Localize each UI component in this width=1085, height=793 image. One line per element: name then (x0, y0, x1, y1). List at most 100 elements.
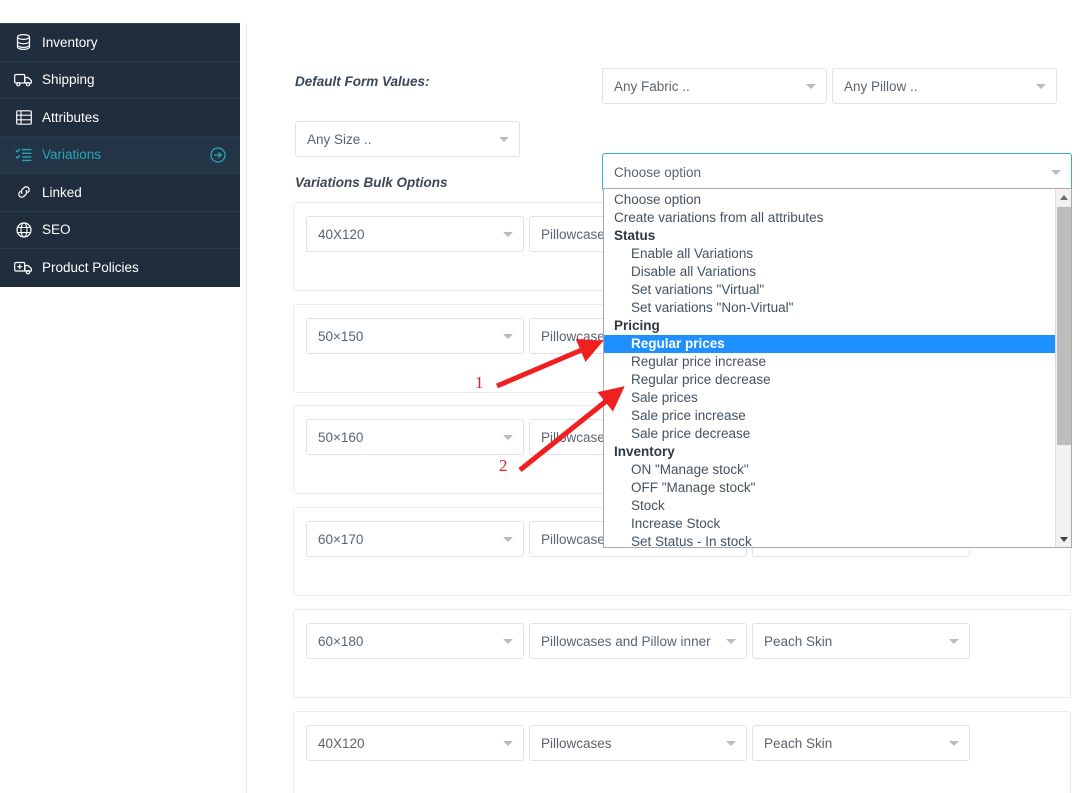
row-size-value: 60×170 (318, 531, 364, 547)
dropdown-option[interactable]: Increase Stock (604, 515, 1056, 533)
chevron-down-icon (1036, 84, 1046, 89)
row-fabric-value: Peach Skin (764, 633, 833, 649)
row-fabric-value: Peach Skin (764, 735, 833, 751)
dropdown-option[interactable]: Disable all Variations (604, 263, 1056, 281)
annotation-number-1: 1 (475, 373, 484, 392)
dropdown-option[interactable]: Create variations from all attributes (604, 209, 1056, 227)
triangle-down-icon (1060, 536, 1068, 542)
default-pillow-select[interactable]: Any Pillow .. (832, 68, 1057, 104)
default-pillow-value: Any Pillow .. (844, 78, 918, 94)
dropdown-option[interactable]: OFF "Manage stock" (604, 479, 1056, 497)
arrow-circle-right-icon[interactable] (210, 147, 226, 163)
link-icon (14, 184, 33, 200)
sidebar-item-linked[interactable]: Linked (0, 174, 240, 212)
row-size-value: 50×150 (318, 328, 364, 344)
dropdown-option[interactable]: Stock (604, 497, 1056, 515)
checklist-icon (14, 147, 33, 163)
chevron-down-icon (503, 232, 513, 237)
bulk-options-dropdown-list[interactable]: Choose option Create variations from all … (603, 188, 1072, 548)
row-type-value: Pillowcases and Pillow inner (541, 633, 711, 649)
row-type-value: Pillowcases (541, 429, 612, 445)
chevron-down-icon (1051, 170, 1061, 175)
globe-icon (14, 222, 33, 238)
dropdown-option[interactable]: Sale price decrease (604, 425, 1056, 443)
sidebar-item-attributes[interactable]: Attributes (0, 99, 240, 137)
row-type-value: Pillowcases (541, 735, 612, 751)
default-form-values-label: Default Form Values: (295, 74, 430, 89)
bulk-options-select[interactable]: Choose option (602, 153, 1072, 191)
row-size-value: 50×160 (318, 429, 364, 445)
default-fabric-select[interactable]: Any Fabric .. (602, 68, 827, 104)
chevron-down-icon (503, 639, 513, 644)
dropdown-option[interactable]: Set variations "Non-Virtual" (604, 299, 1056, 317)
chevron-down-icon (503, 334, 513, 339)
row-type-value: Pillowcases (541, 328, 612, 344)
chevron-down-icon (499, 137, 509, 142)
row-size-select[interactable]: 50×160 (306, 419, 524, 455)
sidebar: Inventory Shipping Attributes Variations (0, 23, 240, 287)
row-size-value: 60×180 (318, 633, 364, 649)
dropdown-option[interactable]: ON "Manage stock" (604, 461, 1056, 479)
dropdown-option[interactable]: Sale prices (604, 389, 1056, 407)
dropdown-option[interactable]: Set variations "Virtual" (604, 281, 1056, 299)
chevron-down-icon (503, 537, 513, 542)
sidebar-item-product-policies[interactable]: Product Policies (0, 249, 240, 287)
dropdown-option[interactable]: Regular price decrease (604, 371, 1056, 389)
row-size-value: 40X120 (318, 735, 365, 751)
triangle-up-icon (1060, 194, 1068, 200)
default-size-value: Any Size .. (307, 131, 372, 147)
scroll-down-button[interactable] (1056, 531, 1071, 547)
chevron-down-icon (503, 435, 513, 440)
row-fabric-select[interactable]: Peach Skin (752, 725, 970, 761)
dropdown-option[interactable]: Sale price increase (604, 407, 1056, 425)
table-list-icon (14, 109, 33, 125)
row-type-value: Pillowcases (541, 226, 612, 242)
scrollbar-thumb[interactable] (1057, 207, 1071, 445)
dropdown-options-container: Choose option Create variations from all … (604, 189, 1056, 547)
dropdown-group-header: Inventory (614, 444, 675, 459)
row-type-select[interactable]: Pillowcases (529, 725, 747, 761)
sidebar-item-label: Attributes (42, 109, 100, 125)
row-type-value: Pillowcases (541, 531, 612, 547)
table-row: 40X120 Pillowcases Peach Skin (293, 711, 1071, 793)
row-size-select[interactable]: 50×150 (306, 318, 524, 354)
dropdown-option[interactable]: Regular price increase (604, 353, 1056, 371)
chevron-down-icon (949, 741, 959, 746)
sidebar-item-variations[interactable]: Variations (0, 136, 240, 174)
database-icon (14, 34, 33, 51)
sidebar-item-label: Product Policies (42, 260, 139, 275)
row-type-select[interactable]: Pillowcases and Pillow inner (529, 623, 747, 659)
default-size-select[interactable]: Any Size .. (295, 121, 520, 157)
dropdown-option[interactable]: Set Status - In stock (604, 533, 1056, 547)
scroll-up-button[interactable] (1056, 189, 1071, 205)
dropdown-option[interactable]: Regular prices (604, 335, 1056, 353)
bulk-options-value: Choose option (614, 164, 702, 180)
sidebar-item-inventory[interactable]: Inventory (0, 24, 240, 62)
row-fabric-select[interactable]: Peach Skin (752, 623, 970, 659)
chevron-down-icon (503, 741, 513, 746)
row-size-value: 40X120 (318, 226, 365, 242)
default-fabric-value: Any Fabric .. (614, 78, 690, 94)
annotation-number-2: 2 (499, 456, 508, 475)
sidebar-item-label: Variations (42, 147, 102, 162)
row-size-select[interactable]: 40X120 (306, 216, 524, 252)
dropdown-option[interactable]: Choose option (604, 191, 1056, 209)
truck-icon (14, 72, 33, 88)
row-size-select[interactable]: 60×170 (306, 521, 524, 557)
sidebar-item-shipping[interactable]: Shipping (0, 61, 240, 99)
dropdown-option[interactable]: Enable all Variations (604, 245, 1056, 263)
sidebar-item-label: Linked (42, 184, 82, 200)
app-root: Inventory Shipping Attributes Variations (0, 0, 1085, 793)
chevron-down-icon (726, 741, 736, 746)
row-size-select[interactable]: 60×180 (306, 623, 524, 659)
row-size-select[interactable]: 40X120 (306, 725, 524, 761)
dropdown-group-header: Pricing (614, 318, 660, 333)
chevron-down-icon (726, 639, 736, 644)
sidebar-item-seo[interactable]: SEO (0, 211, 240, 249)
chevron-down-icon (806, 84, 816, 89)
variations-bulk-options-label: Variations Bulk Options (295, 175, 448, 190)
dropdown-scrollbar[interactable] (1055, 189, 1071, 547)
sidebar-item-label: Shipping (42, 72, 95, 87)
sidebar-item-label: SEO (42, 222, 71, 237)
sidebar-item-label: Inventory (42, 34, 98, 50)
